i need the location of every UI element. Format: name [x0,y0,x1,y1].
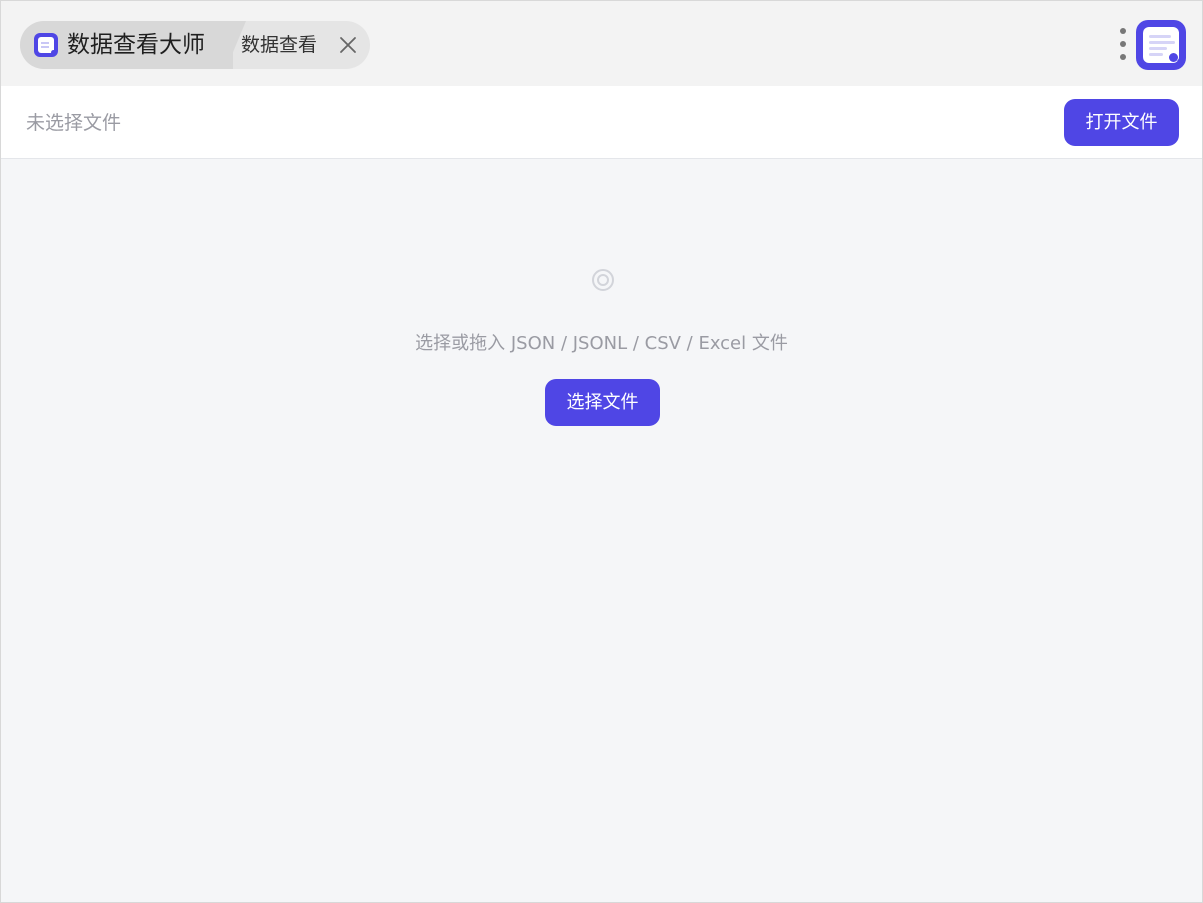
target-icon [592,269,614,291]
file-status-text: 未选择文件 [26,112,122,134]
title-bar: 数据查看大师 数据查看 [1,1,1202,86]
data-viewer-icon [1136,20,1186,70]
more-vertical-icon[interactable] [1113,28,1133,60]
close-icon[interactable] [338,35,358,55]
tab-strip: 数据查看大师 数据查看 [20,21,370,69]
open-file-button[interactable]: 打开文件 [1064,99,1179,146]
choose-file-button[interactable]: 选择文件 [545,379,660,426]
app-title: 数据查看大师 [67,32,205,58]
data-viewer-icon [34,33,58,57]
tab-title[interactable]: 数据查看 [241,33,317,58]
app-window: 数据查看大师 数据查看 未选择文件 打开文件 选择或拖入 JSON / JSON… [0,0,1203,903]
empty-state-message: 选择或拖入 JSON / JSONL / CSV / Excel 文件 [415,333,788,354]
file-toolbar: 未选择文件 打开文件 [1,86,1202,159]
